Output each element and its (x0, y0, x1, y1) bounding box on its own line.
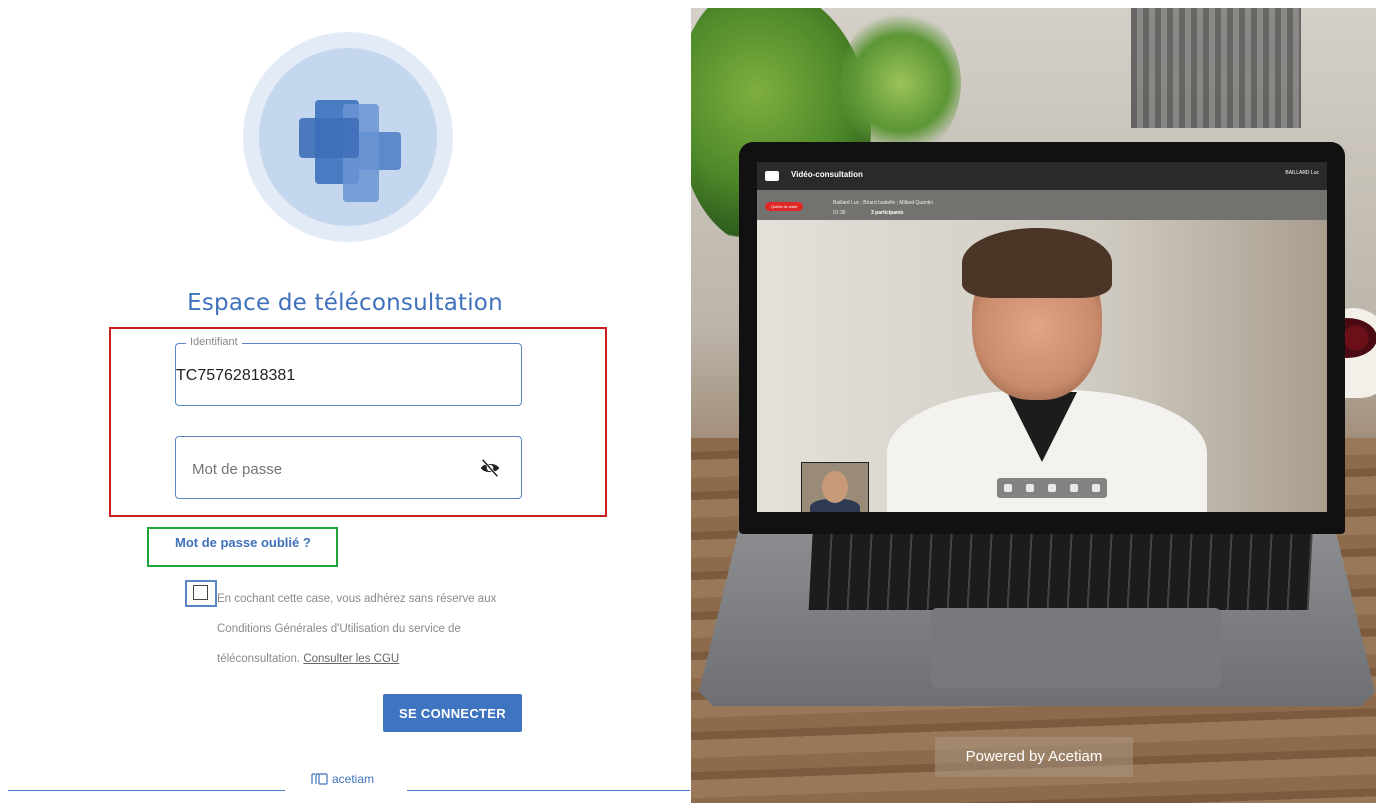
more-icon (1092, 484, 1100, 492)
brand-name: acetiam (332, 772, 375, 786)
login-button[interactable]: SE CONNECTER (383, 694, 522, 732)
laptop-screen: Vidéo-consultation BAILLARD Luc Quitter … (739, 142, 1345, 534)
self-view-thumbnail (801, 462, 869, 512)
terms-link[interactable]: Consulter les CGU (303, 653, 399, 665)
login-panel: Espace de téléconsultation Identifiant M… (0, 0, 690, 803)
eye-slash-icon[interactable] (479, 457, 501, 479)
medical-cross-icon (299, 100, 401, 202)
mic-off-icon (1004, 484, 1012, 492)
username-field[interactable]: Identifiant (175, 336, 522, 406)
video-camera-icon (765, 171, 779, 181)
terms-text: En cochant cette case, vous adhérez sans… (217, 584, 527, 674)
call-controls (997, 478, 1107, 498)
username-input[interactable] (176, 358, 518, 394)
app-logo (243, 32, 453, 242)
username-label: Identifiant (186, 336, 242, 348)
promo-photo: Vidéo-consultation BAILLARD Luc Quitter … (691, 8, 1376, 803)
camera-off-icon (1048, 484, 1056, 492)
footer-brand: acetiam (310, 772, 374, 786)
footer-divider-left (8, 790, 285, 791)
page-title: Espace de téléconsultation (187, 290, 503, 316)
video-app-title: Vidéo-consultation (791, 170, 863, 179)
video-app-user: BAILLARD Luc (1285, 170, 1319, 176)
password-input[interactable] (190, 451, 474, 487)
video-feed (757, 220, 1327, 512)
password-field[interactable] (175, 436, 522, 499)
call-elapsed: 01:36 (833, 210, 846, 216)
call-participants-names: Baillard Luc ; Briard Isabelle ; Millard… (833, 200, 934, 206)
quit-call-button: Quitter la visite (765, 202, 804, 211)
call-info-bar: Quitter la visite Baillard Luc ; Briard … (757, 190, 1327, 220)
forgot-password-link[interactable]: Mot de passe oublié ? (175, 535, 311, 550)
powered-by-label: Powered by Acetiam (935, 737, 1133, 777)
footer-divider-right (407, 790, 690, 791)
call-participants-count: 3 participants (871, 210, 904, 216)
acetiam-logo-icon (311, 773, 328, 785)
fullscreen-icon (1070, 484, 1078, 492)
terms-checkbox[interactable] (193, 585, 208, 600)
speaker-off-icon (1026, 484, 1034, 492)
video-app-bar: Vidéo-consultation BAILLARD Luc (757, 162, 1327, 190)
